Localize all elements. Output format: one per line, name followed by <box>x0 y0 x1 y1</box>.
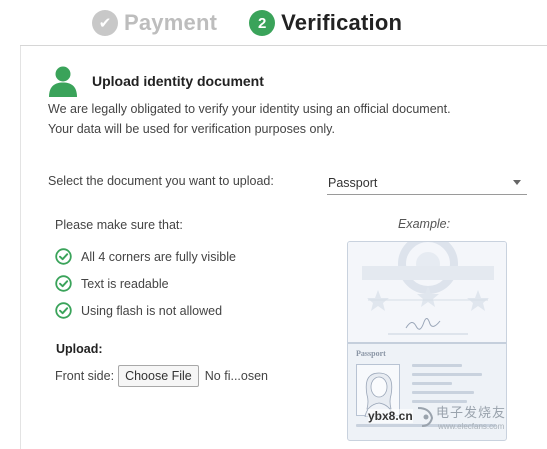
watermark-url: www.elecfans.com <box>438 422 505 431</box>
checklist-heading: Please make sure that: <box>55 218 183 232</box>
file-status-text: No fi...osen <box>204 369 268 383</box>
step-number-badge: 2 <box>249 10 276 36</box>
checkmark-icon: ✔ <box>92 10 118 36</box>
section-header: Upload identity document <box>46 64 264 98</box>
checklist-item: All 4 corners are fully visible <box>55 243 236 270</box>
watermark-brand: 电子发烧友 <box>436 405 507 420</box>
choose-file-button[interactable]: Choose File <box>118 365 199 387</box>
intro-text: We are legally obligated to verify your … <box>48 99 538 139</box>
checklist-item-text: Using flash is not allowed <box>81 303 223 318</box>
step-verification: 2 Verification <box>249 10 402 36</box>
front-side-label: Front side: <box>55 369 115 383</box>
check-circle-icon <box>55 302 72 319</box>
checklist-item: Using flash is not allowed <box>55 297 236 324</box>
checklist-item-text: All 4 corners are fully visible <box>81 249 236 264</box>
steps-header: ✔ Payment 2 Verification <box>92 8 402 38</box>
person-icon <box>46 64 80 98</box>
intro-line-2: Your data will be used for verification … <box>48 122 335 136</box>
front-side-upload-row: Front side: Choose File No fi...osen <box>55 365 268 387</box>
verification-page: ✔ Payment 2 Verification Upload identity… <box>0 0 547 449</box>
document-type-value: Passport <box>328 175 378 190</box>
section-title: Upload identity document <box>92 73 264 89</box>
step-payment[interactable]: ✔ Payment <box>92 10 217 36</box>
watermark-logo-icon <box>417 407 434 427</box>
example-label: Example: <box>398 217 451 231</box>
checklist-item: Text is readable <box>55 270 236 297</box>
content-frame-border <box>20 46 21 449</box>
chevron-down-icon <box>513 180 521 185</box>
header-divider <box>20 45 547 46</box>
check-circle-icon <box>55 248 72 265</box>
intro-line-1: We are legally obligated to verify your … <box>48 102 451 116</box>
passport-fold <box>348 342 506 344</box>
checklist: All 4 corners are fully visible Text is … <box>55 243 236 324</box>
document-type-select[interactable]: Passport <box>327 171 527 195</box>
document-select-label: Select the document you want to upload: <box>48 174 274 188</box>
watermark-left-text: ybx8.cn <box>368 409 413 423</box>
checklist-item-text: Text is readable <box>81 276 169 291</box>
step-payment-label: Payment <box>124 10 218 35</box>
passport-title: Passport <box>356 349 386 358</box>
watermark: ybx8.cn 电子发烧友 www.elecfans.com <box>368 392 543 442</box>
check-circle-icon <box>55 275 72 292</box>
passport-cover <box>348 242 506 342</box>
step-verification-label: Verification <box>281 10 403 35</box>
upload-heading: Upload: <box>56 342 103 356</box>
